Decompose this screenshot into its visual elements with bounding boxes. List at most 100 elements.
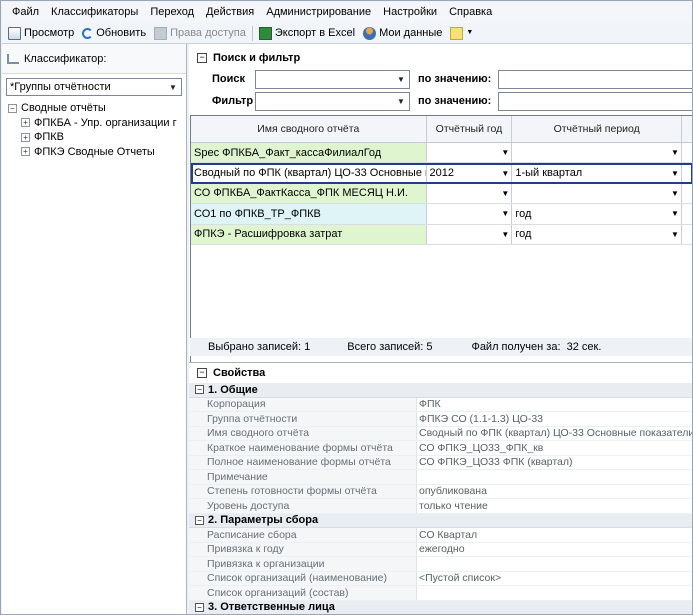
year-select[interactable]: ▼ <box>426 143 513 163</box>
table-row[interactable]: ФПКЭ - Расшифровка затрат ▼ год ▼ <box>191 224 692 245</box>
prop-row[interactable]: Корпорация ФПК <box>189 397 692 412</box>
notes-dropdown-button[interactable]: ▼ <box>446 23 477 43</box>
period-select[interactable]: ▼ <box>512 143 683 163</box>
user-icon <box>363 26 377 40</box>
table-row-selected[interactable]: Сводный по ФПК (квартал) ЦО-33 Основные … <box>191 163 692 184</box>
prop-value: Сводный по ФПК (квартал) ЦО-33 Основные … <box>419 427 693 440</box>
prop-group-collection[interactable]: − 2. Параметры сбора <box>189 513 692 528</box>
chevron-down-icon[interactable]: ▼ <box>499 148 511 157</box>
chevron-down-icon[interactable]: ▼ <box>499 230 511 239</box>
menu-settings[interactable]: Настройки <box>377 2 443 23</box>
prop-row[interactable]: Уровень доступа только чтение <box>189 499 692 514</box>
period-select[interactable]: год ▼ <box>512 204 683 224</box>
access-rights-button[interactable]: Права доступа <box>150 23 250 43</box>
load-time: Файл получен за: 32 сек. <box>471 341 602 353</box>
prop-group-responsible[interactable]: − 3. Ответственные лица <box>189 600 692 614</box>
table-row[interactable]: Spec ФПКБА_Факт_кассаФилиалГод ▼ ▼ <box>191 143 692 164</box>
period-select[interactable]: ▼ <box>512 183 683 204</box>
period-value: 1-ый квартал <box>515 167 583 180</box>
prop-row[interactable]: Степень готовности формы отчёта опубликов… <box>189 484 692 499</box>
classifier-select[interactable]: *Группы отчётности ▼ <box>6 78 182 96</box>
report-name-cell[interactable]: Сводный по ФПК (квартал) ЦО-33 Основные … <box>191 163 427 183</box>
table-row[interactable]: СО1 по ФПКВ_ТР_ФПКВ ▼ год ▼ <box>191 204 692 225</box>
prop-row[interactable]: Полное наименование формы отчёта СО ФПКЭ_… <box>189 455 692 470</box>
prop-row[interactable]: Группа отчётности ФПКЭ СО (1.1-1.3) ЦО-33 <box>189 412 692 427</box>
menu-file[interactable]: Файл <box>6 2 45 23</box>
prop-row[interactable]: Расписание сбора СО Квартал <box>189 528 692 543</box>
properties-header[interactable]: − Свойства <box>189 364 692 382</box>
prop-row[interactable]: Привязка к организации <box>189 557 692 572</box>
chevron-down-icon[interactable]: ▼ <box>669 209 681 218</box>
column-header-year[interactable]: Отчётный год <box>427 116 513 142</box>
table-header: Имя сводного отчёта Отчётный год Отчётны… <box>191 116 692 143</box>
menu-administration[interactable]: Администрирование <box>260 2 377 23</box>
classifier-select-value: *Группы отчётности <box>10 81 111 93</box>
prop-value: ежегодно <box>419 543 465 556</box>
expand-icon[interactable]: + <box>21 118 30 128</box>
collapse-icon[interactable]: − <box>197 368 207 378</box>
chevron-down-icon[interactable]: ▼ <box>499 209 511 218</box>
collapse-icon[interactable]: − <box>195 602 204 612</box>
tree-node-fpkv[interactable]: + ФПКВ <box>8 130 186 145</box>
menu-help[interactable]: Справка <box>443 2 498 23</box>
collapse-icon[interactable]: − <box>195 515 204 525</box>
year-select[interactable]: 2012 ▼ <box>426 163 513 183</box>
search-field-select[interactable]: ▼ <box>255 69 410 89</box>
column-header-name[interactable]: Имя сводного отчёта <box>191 116 427 142</box>
prop-row[interactable]: Список организаций (наименование) <Пустой… <box>189 571 692 586</box>
prop-row[interactable]: Список организаций (состав) <box>189 586 692 601</box>
tree-node-root[interactable]: − Сводные отчёты <box>8 101 186 116</box>
view-button[interactable]: Просмотр <box>4 23 78 43</box>
filter-field-select[interactable]: ▼ <box>255 91 410 111</box>
tree-node-fpkba[interactable]: + ФПКБА - Упр. организации г <box>8 116 186 131</box>
search-label: Поиск <box>212 73 246 85</box>
table-row[interactable]: СО ФПКБА_ФактКасса_ФПК МЕСЯЦ Н.И. ▼ ▼ <box>191 183 692 205</box>
chevron-down-icon[interactable]: ▼ <box>165 79 181 95</box>
chevron-down-icon[interactable]: ▼ <box>499 169 511 178</box>
report-name-cell[interactable]: СО ФПКБА_ФактКасса_ФПК МЕСЯЦ Н.И. <box>191 183 427 204</box>
prop-row[interactable]: Примечание <box>189 470 692 485</box>
period-select[interactable]: год ▼ <box>512 224 683 244</box>
expand-icon[interactable]: + <box>21 147 30 157</box>
report-name-cell[interactable]: Spec ФПКБА_Факт_кассаФилиалГод <box>191 143 427 163</box>
prop-value: СО ФПКЭ_ЦО33_ФПК_кв <box>419 441 544 454</box>
expand-icon[interactable]: + <box>21 132 30 142</box>
tree-node-label: ФПКВ <box>34 131 65 144</box>
year-select[interactable]: ▼ <box>426 204 513 224</box>
chevron-down-icon[interactable]: ▼ <box>669 169 681 178</box>
search-filter-header[interactable]: − Поиск и фильтр <box>189 49 692 67</box>
prop-key: Группа отчётности <box>189 412 417 426</box>
chevron-down-icon[interactable]: ▼ <box>499 189 511 198</box>
collapse-icon[interactable]: − <box>195 385 204 395</box>
collapse-icon[interactable]: − <box>197 53 207 63</box>
year-select[interactable]: ▼ <box>426 224 513 244</box>
filter-value-input[interactable] <box>498 91 692 111</box>
chevron-down-icon[interactable]: ▼ <box>393 93 409 110</box>
export-excel-button[interactable]: Экспорт в Excel <box>255 23 359 43</box>
column-header-period[interactable]: Отчётный период <box>512 116 683 142</box>
report-name-cell[interactable]: ФПКЭ - Расшифровка затрат <box>191 224 427 244</box>
tree-node-fpke[interactable]: + ФПКЭ Сводные Отчеты <box>8 145 186 160</box>
prop-value: опубликована <box>419 485 487 498</box>
collapse-icon[interactable]: − <box>8 103 17 113</box>
my-data-button[interactable]: Мои данные <box>359 23 446 43</box>
prop-group-general[interactable]: − 1. Общие <box>189 383 692 398</box>
refresh-button[interactable]: Обновить <box>78 23 150 43</box>
chevron-down-icon[interactable]: ▼ <box>669 189 681 198</box>
selected-count: Выбрано записей: 1 <box>208 341 311 353</box>
menu-classifiers[interactable]: Классификаторы <box>45 2 144 23</box>
chevron-down-icon[interactable]: ▼ <box>669 148 681 157</box>
menu-goto[interactable]: Переход <box>144 2 200 23</box>
prop-row[interactable]: Имя сводного отчёта Сводный по ФПК (кварт… <box>189 426 693 441</box>
view-label: Просмотр <box>24 27 75 39</box>
chevron-down-icon[interactable]: ▼ <box>669 230 681 239</box>
prop-row[interactable]: Краткое наименование формы отчёта СО ФПКЭ… <box>189 441 692 456</box>
search-value-input[interactable] <box>498 69 692 89</box>
chevron-down-icon[interactable]: ▼ <box>393 71 409 88</box>
period-select[interactable]: 1-ый квартал ▼ <box>512 163 683 183</box>
menu-actions[interactable]: Действия <box>200 2 260 23</box>
refresh-label: Обновить <box>96 27 147 39</box>
year-select[interactable]: ▼ <box>426 183 513 204</box>
prop-row[interactable]: Привязка к году ежегодно <box>189 542 692 557</box>
report-name-cell[interactable]: СО1 по ФПКВ_ТР_ФПКВ <box>191 204 427 224</box>
